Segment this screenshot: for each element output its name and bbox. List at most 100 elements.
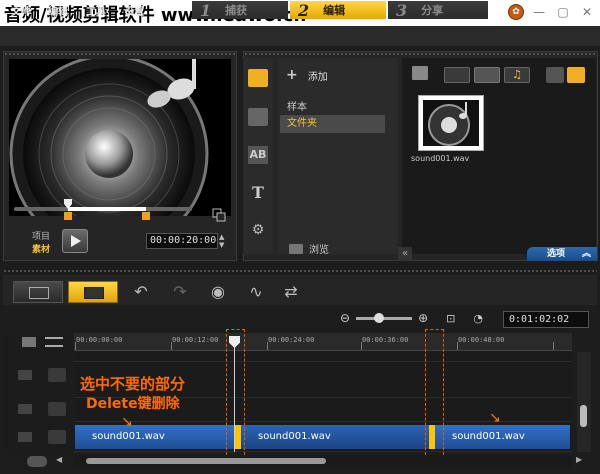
show-video-icon[interactable] — [444, 67, 470, 83]
timeline-view-icon — [84, 287, 104, 299]
zoom-slider[interactable] — [356, 312, 413, 323]
mark-out-handle[interactable] — [142, 212, 150, 220]
project-mode-label[interactable]: 项目 — [32, 229, 50, 242]
project-duration: 0:01:02:02 — [503, 311, 589, 328]
mark-in-handle[interactable] — [64, 212, 72, 220]
fit-project-icon[interactable]: ⊡ — [446, 312, 455, 325]
thumbnail-caption: sound001.wav — [411, 154, 470, 163]
library-folder-list — [278, 58, 398, 254]
options-button[interactable]: 选项 ︽ — [527, 247, 597, 261]
preview-screen — [9, 59, 231, 216]
collapse-library-icon[interactable]: « — [398, 247, 412, 261]
ruler-label: 00:00:36:00 — [362, 336, 409, 344]
step-number: 3 — [396, 0, 408, 20]
vertical-scroll-thumb[interactable] — [580, 405, 587, 427]
folder-samples[interactable]: 样本 — [287, 98, 307, 113]
close-icon[interactable]: ✕ — [578, 4, 596, 20]
track-lock-icon[interactable] — [18, 432, 32, 442]
auto-music-icon[interactable]: ⇄ — [281, 283, 301, 301]
tab-share[interactable]: 3 分享 — [388, 0, 488, 20]
video-track-row[interactable] — [74, 352, 572, 362]
scroll-right-icon[interactable]: ▶ — [576, 455, 582, 464]
show-photo-icon[interactable] — [474, 67, 500, 83]
text-category-icon[interactable]: T — [248, 184, 268, 202]
storyboard-view-button[interactable] — [13, 281, 63, 303]
annotation-text: 选中不要的部分 Delete键删除 — [80, 374, 185, 414]
voice-track-icon[interactable] — [48, 402, 66, 416]
clip-label: sound001.wav — [258, 431, 331, 442]
ruler-tick — [75, 342, 76, 350]
list-view-icon[interactable] — [546, 67, 564, 83]
menu-tools[interactable]: 工具 — [86, 3, 106, 18]
step-number: 1 — [200, 0, 212, 20]
audio-clip[interactable]: sound001.wav — [435, 425, 570, 449]
filter-category-icon[interactable]: ⚙ — [248, 221, 268, 239]
folder-icon[interactable] — [412, 66, 428, 80]
zoom-out-icon[interactable]: ⊖ — [340, 311, 350, 325]
menu-bar — [0, 26, 600, 46]
arrow-icon: ↘ — [121, 414, 133, 430]
zoom-slider-knob[interactable] — [374, 312, 385, 323]
clock-icon: ◔ — [473, 311, 483, 325]
horizontal-scroll-thumb[interactable] — [86, 458, 326, 464]
record-icon[interactable]: ◉ — [208, 283, 228, 301]
clip-mode-label[interactable]: 素材 — [32, 242, 50, 255]
chevron-up-icon: ︽ — [581, 249, 591, 259]
media-category-icon[interactable] — [248, 69, 268, 87]
preview-timecode[interactable]: 00:00:20:00 — [146, 233, 218, 249]
track-lock-icon[interactable] — [18, 370, 32, 380]
ruler-tick — [267, 342, 268, 350]
app-logo-icon: ✿ — [508, 4, 524, 20]
step-label: 捕获 — [225, 4, 248, 17]
timeline-vertical-scrollbar[interactable] — [577, 352, 591, 452]
redo-icon[interactable]: ↷ — [170, 283, 190, 301]
enlarge-icon[interactable] — [212, 208, 226, 222]
video-track-icon[interactable] — [48, 368, 66, 382]
timecode-stepper-icon[interactable]: ▲ ▼ — [219, 233, 227, 249]
timeline-view-button[interactable] — [68, 281, 118, 303]
show-audio-icon[interactable]: ♫ — [504, 67, 530, 83]
maximize-icon[interactable]: ▢ — [554, 4, 572, 20]
title-ab-icon[interactable]: AB — [248, 146, 268, 164]
add-folder-button[interactable]: + 添加 — [286, 67, 328, 83]
minimize-icon[interactable]: — — [530, 4, 548, 20]
ruler-tick — [361, 342, 362, 350]
trim-selection — [68, 207, 146, 211]
cut-marker-box — [425, 329, 444, 460]
audio-clip-selected[interactable]: sound001.wav — [235, 425, 435, 449]
filmstrip-icon — [29, 287, 49, 299]
audio-mixer-icon[interactable]: ∿ — [246, 283, 266, 301]
menu-list-icon[interactable] — [45, 337, 63, 347]
folder-selected[interactable]: 文件夹 — [280, 115, 385, 133]
tab-capture[interactable]: 1 捕获 — [192, 0, 288, 20]
browse-button[interactable]: 浏览 — [289, 241, 329, 256]
play-button[interactable] — [62, 229, 88, 253]
ruler-label: 00:00:00:00 — [76, 336, 123, 344]
audio-clip[interactable]: sound001.wav — [75, 425, 235, 449]
annotation-line-2: Delete键删除 — [86, 396, 180, 412]
menu-edit[interactable]: 编辑 — [48, 3, 68, 18]
music-track-icon[interactable] — [48, 430, 66, 444]
thumbnail-view-icon[interactable] — [567, 67, 585, 83]
browse-label: 浏览 — [309, 245, 329, 256]
track-manager-icon[interactable] — [22, 337, 36, 347]
track-mute-icon[interactable] — [18, 404, 32, 414]
transition-category-icon[interactable] — [248, 108, 268, 126]
timeline-grip — [3, 269, 597, 273]
step-number: 2 — [298, 0, 310, 20]
menu-file[interactable]: 文件 — [11, 3, 31, 18]
zoom-in-icon[interactable]: ⊕ — [418, 311, 428, 325]
tab-edit[interactable]: 2 编辑 — [290, 0, 386, 20]
add-track-icon[interactable] — [27, 456, 47, 467]
speaker-image — [9, 59, 209, 216]
audio-thumbnail[interactable] — [418, 95, 484, 151]
menu-settings[interactable]: 设置 — [124, 3, 144, 18]
annotation-line-1: 选中不要的部分 — [80, 375, 186, 393]
step-label: 编辑 — [323, 4, 346, 17]
ruler-label: 00:00:48:00 — [458, 336, 505, 344]
ruler-label: 00:00:24:00 — [268, 336, 315, 344]
scroll-left-icon[interactable]: ◀ — [56, 455, 62, 464]
undo-icon[interactable]: ↶ — [131, 283, 151, 301]
clip-label: sound001.wav — [92, 431, 165, 442]
library-category-bar: AB T ⚙ — [243, 58, 273, 254]
